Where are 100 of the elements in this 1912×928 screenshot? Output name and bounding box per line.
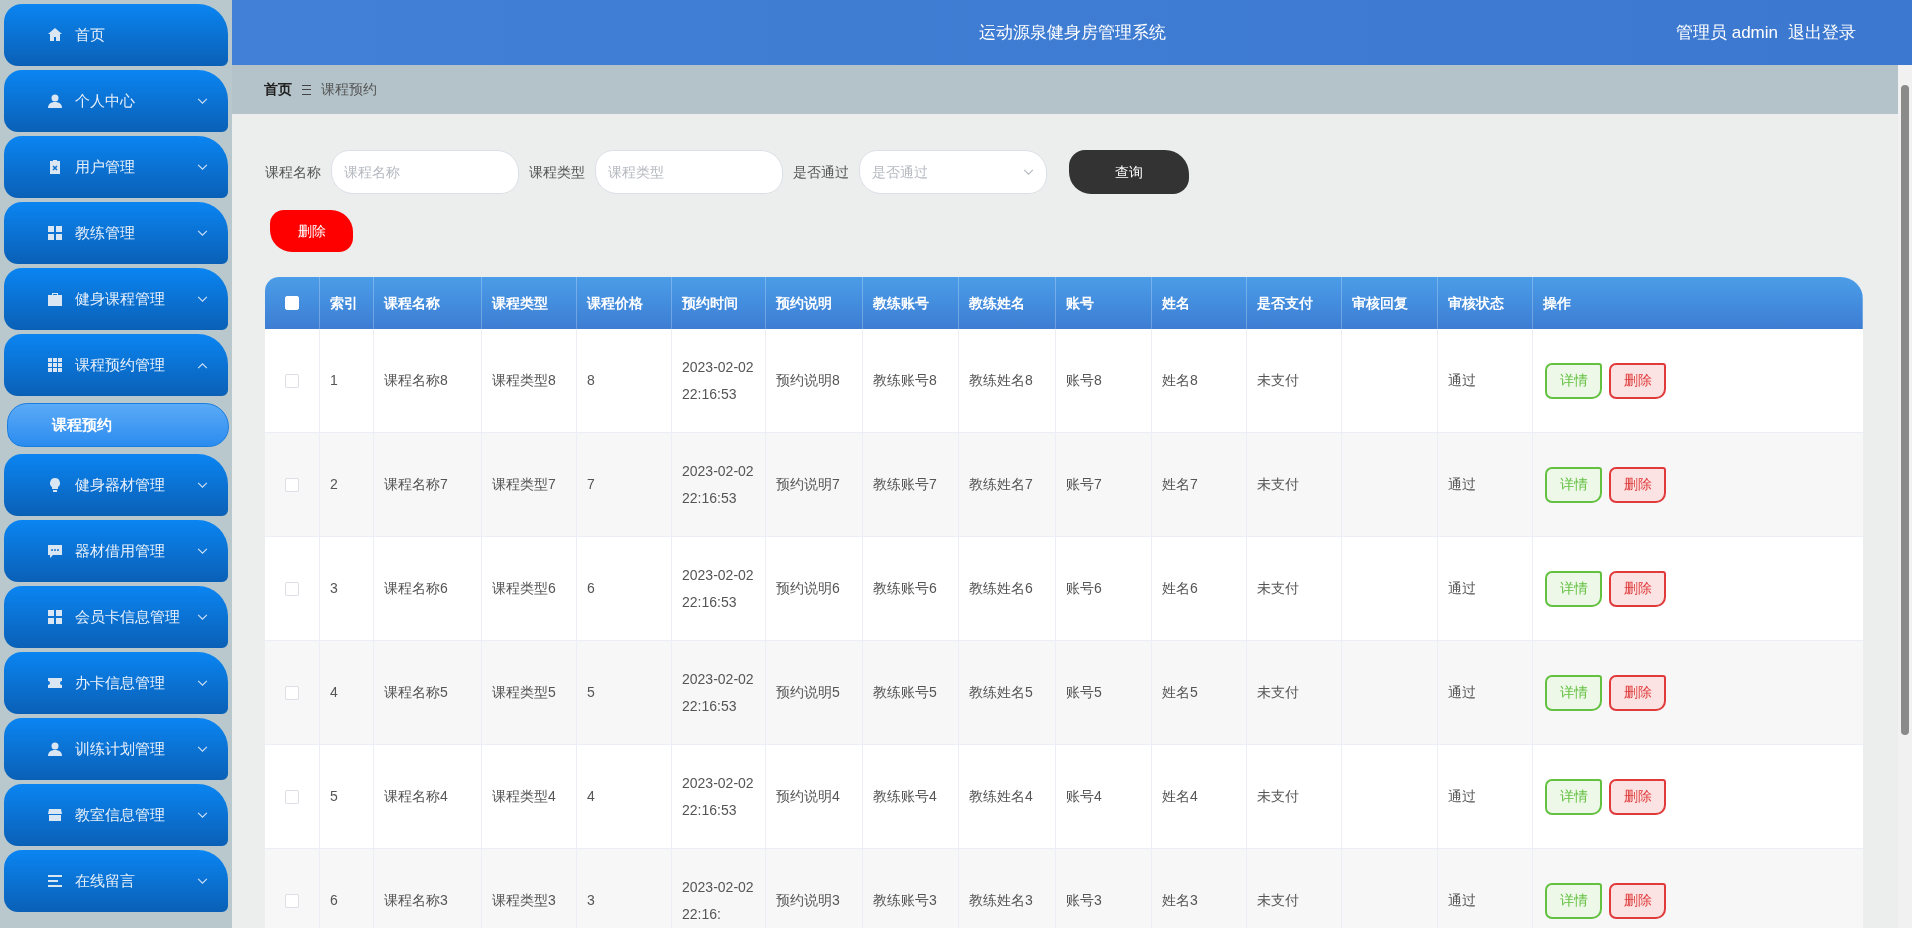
- table-cell-text: 未支付: [1257, 475, 1299, 494]
- sidebar-item[interactable]: 健身课程管理: [4, 268, 228, 330]
- table-cell-text: 2023-02-02 22:16:53: [682, 669, 755, 716]
- table-cell-text: 通过: [1448, 891, 1476, 910]
- sidebar-item[interactable]: 教室信息管理: [4, 784, 228, 846]
- table-cell-text: 5: [587, 683, 595, 702]
- input-field[interactable]: 课程类型: [595, 150, 783, 194]
- table-cell-text: 6: [330, 891, 338, 910]
- sidebar-item[interactable]: 器材借用管理: [4, 520, 228, 582]
- details-button[interactable]: 详情: [1545, 466, 1602, 503]
- delete-button[interactable]: 删除: [1609, 466, 1666, 503]
- table-cell-text: 姓名5: [1162, 683, 1198, 702]
- delete-button[interactable]: 删除: [1609, 570, 1666, 607]
- sidebar-item[interactable]: 在线留言: [4, 850, 228, 912]
- table-cell-text: 教练账号5: [873, 683, 937, 702]
- details-button[interactable]: 详情: [1545, 882, 1602, 919]
- list-icon: [47, 873, 63, 889]
- table-cell-text: 姓名6: [1162, 579, 1198, 598]
- delete-button[interactable]: 删除: [1609, 362, 1666, 399]
- row-checkbox[interactable]: [285, 581, 299, 596]
- input-field[interactable]: 课程名称: [331, 150, 519, 194]
- table-cell-text: 教练姓名5: [969, 683, 1033, 702]
- table-cell-text: 课程名称5: [384, 683, 448, 702]
- table-cell-text: 教练账号6: [873, 579, 937, 598]
- table-cell-text: 4: [587, 787, 595, 806]
- lightbulb-icon: [47, 477, 63, 493]
- user-icon: [47, 93, 63, 109]
- table-cell-text: 教练姓名4: [969, 787, 1033, 806]
- row-checkbox[interactable]: [285, 685, 299, 700]
- table-cell-text: 课程类型3: [492, 891, 556, 910]
- delete-button[interactable]: 删除: [1609, 778, 1666, 815]
- sidebar-item[interactable]: 首页: [4, 4, 228, 66]
- details-button[interactable]: 详情: [1545, 570, 1602, 607]
- table-cell-text: 姓名3: [1162, 891, 1198, 910]
- table-cell-text: 教练姓名3: [969, 891, 1033, 910]
- table-cell-text: 账号4: [1066, 787, 1102, 806]
- sidebar-item[interactable]: 健身器材管理: [4, 454, 228, 516]
- table-cell-text: 7: [587, 475, 595, 494]
- table-cell-text: 预约说明8: [776, 371, 840, 390]
- logout-link[interactable]: 退出登录: [1788, 19, 1856, 46]
- details-button[interactable]: 详情: [1545, 778, 1602, 815]
- row-checkbox[interactable]: [285, 477, 299, 492]
- table-cell-text: 预约说明7: [776, 475, 840, 494]
- delete-button[interactable]: 删除: [1609, 674, 1666, 711]
- table-cell-text: 课程类型4: [492, 787, 556, 806]
- field-label: 课程类型: [529, 162, 585, 182]
- select-all-checkbox[interactable]: [285, 296, 299, 310]
- table-cell-text: 课程类型6: [492, 579, 556, 598]
- details-button[interactable]: 详情: [1545, 362, 1602, 399]
- table-cell-text: 2023-02-02 22:16:53: [682, 357, 755, 404]
- table-cell-text: 4: [330, 683, 338, 702]
- table-cell-text: 账号5: [1066, 683, 1102, 702]
- table-cell-text: 账号8: [1066, 371, 1102, 390]
- grid-icon: [47, 357, 63, 373]
- table-cell-text: 预约说明6: [776, 579, 840, 598]
- table-cell-text: 5: [330, 787, 338, 806]
- table-cell-text: 2023-02-02 22:16:53: [682, 461, 755, 508]
- table-cell-text: 教练账号7: [873, 475, 937, 494]
- table-cell-text: 6: [587, 579, 595, 598]
- user-icon: [47, 741, 63, 757]
- table-cell-text: 未支付: [1257, 787, 1299, 806]
- table-cell-text: 姓名7: [1162, 475, 1198, 494]
- table-cell-text: 通过: [1448, 579, 1476, 598]
- home-icon: [47, 27, 63, 43]
- table-cell-text: 3: [330, 579, 338, 598]
- table-cell-text: 通过: [1448, 683, 1476, 702]
- row-checkbox[interactable]: [285, 373, 299, 388]
- table-cell-text: 账号3: [1066, 891, 1102, 910]
- sidebar-item[interactable]: 训练计划管理: [4, 718, 228, 780]
- sidebar-item[interactable]: 办卡信息管理: [4, 652, 228, 714]
- sidebar-item[interactable]: 教练管理: [4, 202, 228, 264]
- search-button[interactable]: 查询: [1069, 150, 1189, 194]
- delete-button[interactable]: 删除: [1609, 882, 1666, 919]
- grid-icon: [47, 225, 63, 241]
- row-checkbox[interactable]: [285, 789, 299, 804]
- sidebar-item[interactable]: 个人中心: [4, 70, 228, 132]
- sidebar-item[interactable]: 课程预约管理: [4, 334, 228, 396]
- table-cell-text: 通过: [1448, 371, 1476, 390]
- table-cell-text: 1: [330, 371, 338, 390]
- table-cell-text: 课程类型7: [492, 475, 556, 494]
- row-checkbox[interactable]: [285, 893, 299, 908]
- briefcase-icon: [47, 291, 63, 307]
- sidebar-item[interactable]: 会员卡信息管理: [4, 586, 228, 648]
- details-button[interactable]: 详情: [1545, 674, 1602, 711]
- table-cell-text: 2023-02-02 22:16:: [682, 877, 755, 924]
- sidebar-subitem[interactable]: 课程预约: [7, 403, 229, 447]
- table-cell-text: 课程类型8: [492, 371, 556, 390]
- table-cell-text: 预约说明3: [776, 891, 840, 910]
- table-cell-text: 2023-02-02 22:16:53: [682, 773, 755, 820]
- table-cell-text: 未支付: [1257, 371, 1299, 390]
- breadcrumb-item[interactable]: 首页: [264, 79, 292, 100]
- table-cell-text: 账号6: [1066, 579, 1102, 598]
- sidebar-item[interactable]: 用户管理: [4, 136, 228, 198]
- app-title: 运动源泉健身房管理系统: [978, 21, 1166, 44]
- scrollbar[interactable]: [1898, 65, 1912, 928]
- table-cell-text: 课程名称6: [384, 579, 448, 598]
- table-cell-text: 通过: [1448, 475, 1476, 494]
- table-cell-text: 未支付: [1257, 683, 1299, 702]
- table-cell-text: 姓名8: [1162, 371, 1198, 390]
- delete-button[interactable]: 删除: [270, 210, 353, 252]
